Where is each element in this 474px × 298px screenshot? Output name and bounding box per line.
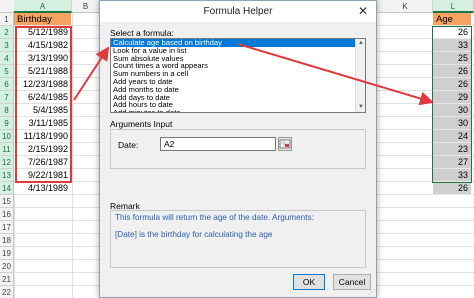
scroll-up-icon[interactable]: ▲ — [356, 39, 365, 48]
row-number[interactable]: 10 — [0, 130, 14, 143]
gridline — [72, 13, 73, 298]
row-numbers: 1 2 3 4 5 6 7 8 9 10 11 12 13 14 15 16 17 18 19 20 21 22 — [0, 13, 14, 298]
formula-listbox[interactable]: Calculate age based on birthday Look for … — [110, 38, 366, 113]
remark-line-2: [Date] is the birthday for calculating t… — [115, 230, 273, 239]
row-number[interactable]: 16 — [0, 208, 14, 221]
row-number[interactable]: 18 — [0, 234, 14, 247]
row-number[interactable]: 14 — [0, 182, 14, 195]
row-number[interactable]: 7 — [0, 91, 14, 104]
row-number[interactable]: 19 — [0, 247, 14, 260]
age-selection-box — [432, 26, 472, 183]
column-header-k[interactable]: K — [378, 0, 433, 13]
close-button[interactable]: ✕ — [350, 1, 376, 22]
row-number[interactable]: 22 — [0, 286, 14, 298]
formula-helper-dialog: Formula Helper ✕ Select a formula: Calcu… — [99, 0, 377, 298]
dialog-titlebar[interactable]: Formula Helper ✕ — [100, 1, 376, 22]
row-number[interactable]: 1 — [0, 13, 14, 26]
resize-grip-icon[interactable]: ⋰ — [368, 288, 375, 296]
row-number[interactable]: 15 — [0, 195, 14, 208]
row-number[interactable]: 8 — [0, 104, 14, 117]
formula-item[interactable]: Add minutes to date — [111, 109, 365, 112]
range-select-icon — [279, 139, 291, 149]
row-number[interactable]: 3 — [0, 39, 14, 52]
row-number[interactable]: 5 — [0, 65, 14, 78]
age-cell[interactable]: 26 — [433, 182, 471, 195]
select-formula-label: Select a formula: — [110, 28, 174, 38]
birthday-highlight-box — [15, 26, 72, 183]
listbox-scrollbar[interactable]: ▲ ▼ — [355, 39, 365, 112]
age-header-cell[interactable]: Age — [433, 13, 471, 26]
ok-button[interactable]: OK — [293, 274, 325, 290]
row-number[interactable]: 20 — [0, 260, 14, 273]
birthday-header-cell[interactable]: Birthday — [14, 13, 71, 26]
column-header-a[interactable]: A — [14, 0, 72, 13]
row-number[interactable]: 9 — [0, 117, 14, 130]
row-number[interactable]: 12 — [0, 156, 14, 169]
date-field[interactable]: A2 — [160, 137, 276, 151]
scroll-down-icon[interactable]: ▼ — [356, 103, 365, 112]
row-number[interactable]: 6 — [0, 78, 14, 91]
arguments-input-label: Arguments Input — [110, 119, 173, 129]
column-header-l[interactable]: L — [433, 0, 474, 13]
birthday-cell[interactable]: 4/13/1989 — [14, 182, 71, 195]
row-number[interactable]: 2 — [0, 26, 14, 39]
date-label: Date: — [118, 140, 139, 150]
row-number[interactable]: 13 — [0, 169, 14, 182]
row-number[interactable]: 17 — [0, 221, 14, 234]
column-header-b[interactable]: B — [72, 0, 100, 13]
cancel-button[interactable]: Cancel — [333, 274, 371, 290]
row-number[interactable]: 11 — [0, 143, 14, 156]
dialog-title: Formula Helper — [203, 6, 273, 17]
row-number[interactable]: 21 — [0, 273, 14, 286]
remark-line-1: This formula will return the age of the … — [115, 213, 314, 222]
range-picker-button[interactable] — [278, 137, 292, 151]
row-number[interactable]: 4 — [0, 52, 14, 65]
